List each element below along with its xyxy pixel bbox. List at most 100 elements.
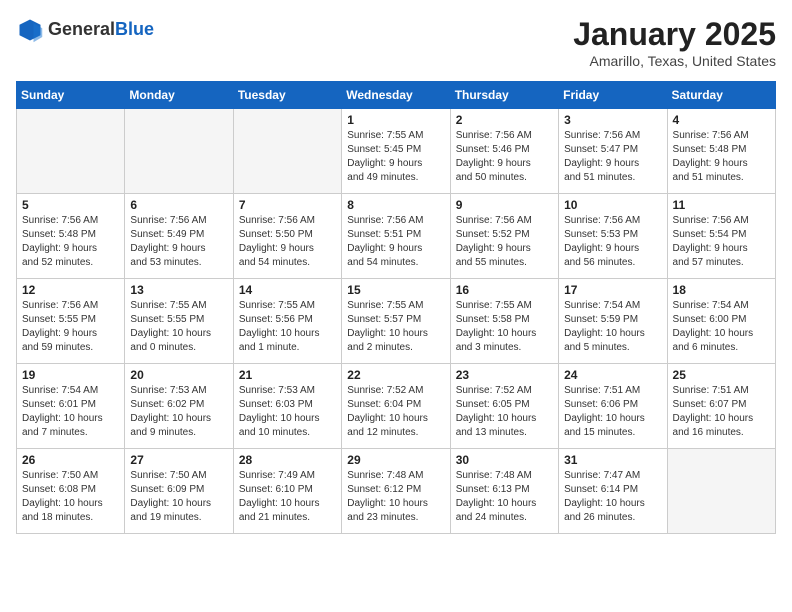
day-info: Sunrise: 7:56 AM Sunset: 5:47 PM Dayligh… [564, 129, 661, 185]
day-info: Sunrise: 7:56 AM Sunset: 5:49 PM Dayligh… [130, 214, 227, 270]
calendar-cell: 22 Sunrise: 7:52 AM Sunset: 6:04 PM Dayli… [342, 364, 450, 449]
day-info: Sunrise: 7:51 AM Sunset: 6:07 PM Dayligh… [673, 384, 770, 440]
title-block: January 2025 Amarillo, Texas, United Sta… [573, 16, 776, 69]
day-number: 8 [347, 198, 444, 212]
day-number: 21 [239, 368, 336, 382]
calendar-cell: 20 Sunrise: 7:53 AM Sunset: 6:02 PM Dayli… [125, 364, 233, 449]
calendar-table: SundayMondayTuesdayWednesdayThursdayFrid… [16, 81, 776, 534]
weekday-header-sunday: Sunday [17, 82, 125, 109]
day-info: Sunrise: 7:55 AM Sunset: 5:55 PM Dayligh… [130, 299, 227, 355]
weekday-header-wednesday: Wednesday [342, 82, 450, 109]
day-number: 18 [673, 283, 770, 297]
day-number: 31 [564, 453, 661, 467]
weekday-header-tuesday: Tuesday [233, 82, 341, 109]
calendar-cell [667, 449, 775, 534]
calendar-cell: 10 Sunrise: 7:56 AM Sunset: 5:53 PM Dayli… [559, 194, 667, 279]
calendar-cell: 1Sunrise: 7:55 AM Sunset: 5:45 PM Daylig… [342, 109, 450, 194]
calendar-cell: 26 Sunrise: 7:50 AM Sunset: 6:08 PM Dayli… [17, 449, 125, 534]
day-info: Sunrise: 7:55 AM Sunset: 5:56 PM Dayligh… [239, 299, 336, 355]
day-number: 26 [22, 453, 119, 467]
day-info: Sunrise: 7:56 AM Sunset: 5:51 PM Dayligh… [347, 214, 444, 270]
calendar-cell: 21 Sunrise: 7:53 AM Sunset: 6:03 PM Dayli… [233, 364, 341, 449]
calendar-cell: 25 Sunrise: 7:51 AM Sunset: 6:07 PM Dayli… [667, 364, 775, 449]
day-number: 15 [347, 283, 444, 297]
calendar-cell: 9 Sunrise: 7:56 AM Sunset: 5:52 PM Daylig… [450, 194, 558, 279]
calendar-cell: 18 Sunrise: 7:54 AM Sunset: 6:00 PM Dayli… [667, 279, 775, 364]
calendar-cell: 7 Sunrise: 7:56 AM Sunset: 5:50 PM Daylig… [233, 194, 341, 279]
day-info: Sunrise: 7:56 AM Sunset: 5:54 PM Dayligh… [673, 214, 770, 270]
day-info: Sunrise: 7:47 AM Sunset: 6:14 PM Dayligh… [564, 469, 661, 525]
calendar-cell: 3Sunrise: 7:56 AM Sunset: 5:47 PM Daylig… [559, 109, 667, 194]
day-number: 11 [673, 198, 770, 212]
day-number: 7 [239, 198, 336, 212]
day-number: 19 [22, 368, 119, 382]
day-number: 4 [673, 113, 770, 127]
calendar-cell [17, 109, 125, 194]
day-info: Sunrise: 7:52 AM Sunset: 6:04 PM Dayligh… [347, 384, 444, 440]
day-number: 29 [347, 453, 444, 467]
day-number: 14 [239, 283, 336, 297]
calendar-cell: 14 Sunrise: 7:55 AM Sunset: 5:56 PM Dayli… [233, 279, 341, 364]
day-info: Sunrise: 7:51 AM Sunset: 6:06 PM Dayligh… [564, 384, 661, 440]
calendar-cell: 27Sunrise: 7:50 AM Sunset: 6:09 PM Dayli… [125, 449, 233, 534]
week-row-4: 19Sunrise: 7:54 AM Sunset: 6:01 PM Dayli… [17, 364, 776, 449]
calendar-cell: 19Sunrise: 7:54 AM Sunset: 6:01 PM Dayli… [17, 364, 125, 449]
calendar-cell: 13 Sunrise: 7:55 AM Sunset: 5:55 PM Dayli… [125, 279, 233, 364]
calendar-cell: 16Sunrise: 7:55 AM Sunset: 5:58 PM Dayli… [450, 279, 558, 364]
day-number: 20 [130, 368, 227, 382]
calendar-cell: 31 Sunrise: 7:47 AM Sunset: 6:14 PM Dayli… [559, 449, 667, 534]
day-info: Sunrise: 7:56 AM Sunset: 5:50 PM Dayligh… [239, 214, 336, 270]
day-info: Sunrise: 7:56 AM Sunset: 5:48 PM Dayligh… [22, 214, 119, 270]
calendar-title: January 2025 [573, 16, 776, 53]
day-number: 22 [347, 368, 444, 382]
logo-icon [16, 16, 44, 44]
weekday-header-friday: Friday [559, 82, 667, 109]
day-info: Sunrise: 7:56 AM Sunset: 5:53 PM Dayligh… [564, 214, 661, 270]
calendar-cell: 4Sunrise: 7:56 AM Sunset: 5:48 PM Daylig… [667, 109, 775, 194]
day-info: Sunrise: 7:53 AM Sunset: 6:02 PM Dayligh… [130, 384, 227, 440]
logo-general-text: General [48, 19, 115, 39]
day-number: 28 [239, 453, 336, 467]
weekday-header-thursday: Thursday [450, 82, 558, 109]
calendar-cell: 6 Sunrise: 7:56 AM Sunset: 5:49 PM Daylig… [125, 194, 233, 279]
day-number: 12 [22, 283, 119, 297]
day-info: Sunrise: 7:48 AM Sunset: 6:13 PM Dayligh… [456, 469, 553, 525]
calendar-cell [125, 109, 233, 194]
day-info: Sunrise: 7:48 AM Sunset: 6:12 PM Dayligh… [347, 469, 444, 525]
day-number: 6 [130, 198, 227, 212]
week-row-1: 1Sunrise: 7:55 AM Sunset: 5:45 PM Daylig… [17, 109, 776, 194]
day-number: 10 [564, 198, 661, 212]
calendar-cell: 5 Sunrise: 7:56 AM Sunset: 5:48 PM Daylig… [17, 194, 125, 279]
day-info: Sunrise: 7:56 AM Sunset: 5:46 PM Dayligh… [456, 129, 553, 185]
day-info: Sunrise: 7:49 AM Sunset: 6:10 PM Dayligh… [239, 469, 336, 525]
calendar-cell: 15 Sunrise: 7:55 AM Sunset: 5:57 PM Dayli… [342, 279, 450, 364]
day-number: 13 [130, 283, 227, 297]
week-row-5: 26 Sunrise: 7:50 AM Sunset: 6:08 PM Dayli… [17, 449, 776, 534]
calendar-cell: 2 Sunrise: 7:56 AM Sunset: 5:46 PM Daylig… [450, 109, 558, 194]
calendar-cell: 24Sunrise: 7:51 AM Sunset: 6:06 PM Dayli… [559, 364, 667, 449]
day-number: 9 [456, 198, 553, 212]
page-header: GeneralBlue January 2025 Amarillo, Texas… [16, 16, 776, 69]
day-info: Sunrise: 7:50 AM Sunset: 6:08 PM Dayligh… [22, 469, 119, 525]
day-number: 30 [456, 453, 553, 467]
weekday-header-saturday: Saturday [667, 82, 775, 109]
logo-blue-text: Blue [115, 19, 154, 39]
day-number: 2 [456, 113, 553, 127]
day-info: Sunrise: 7:56 AM Sunset: 5:52 PM Dayligh… [456, 214, 553, 270]
day-info: Sunrise: 7:55 AM Sunset: 5:57 PM Dayligh… [347, 299, 444, 355]
week-row-2: 5 Sunrise: 7:56 AM Sunset: 5:48 PM Daylig… [17, 194, 776, 279]
calendar-cell: 17Sunrise: 7:54 AM Sunset: 5:59 PM Dayli… [559, 279, 667, 364]
weekday-header-monday: Monday [125, 82, 233, 109]
day-info: Sunrise: 7:54 AM Sunset: 6:00 PM Dayligh… [673, 299, 770, 355]
week-row-3: 12Sunrise: 7:56 AM Sunset: 5:55 PM Dayli… [17, 279, 776, 364]
day-info: Sunrise: 7:53 AM Sunset: 6:03 PM Dayligh… [239, 384, 336, 440]
day-number: 16 [456, 283, 553, 297]
calendar-subtitle: Amarillo, Texas, United States [573, 53, 776, 69]
logo: GeneralBlue [16, 16, 154, 44]
calendar-cell: 30 Sunrise: 7:48 AM Sunset: 6:13 PM Dayli… [450, 449, 558, 534]
day-number: 17 [564, 283, 661, 297]
day-number: 23 [456, 368, 553, 382]
day-number: 25 [673, 368, 770, 382]
day-number: 5 [22, 198, 119, 212]
day-info: Sunrise: 7:50 AM Sunset: 6:09 PM Dayligh… [130, 469, 227, 525]
